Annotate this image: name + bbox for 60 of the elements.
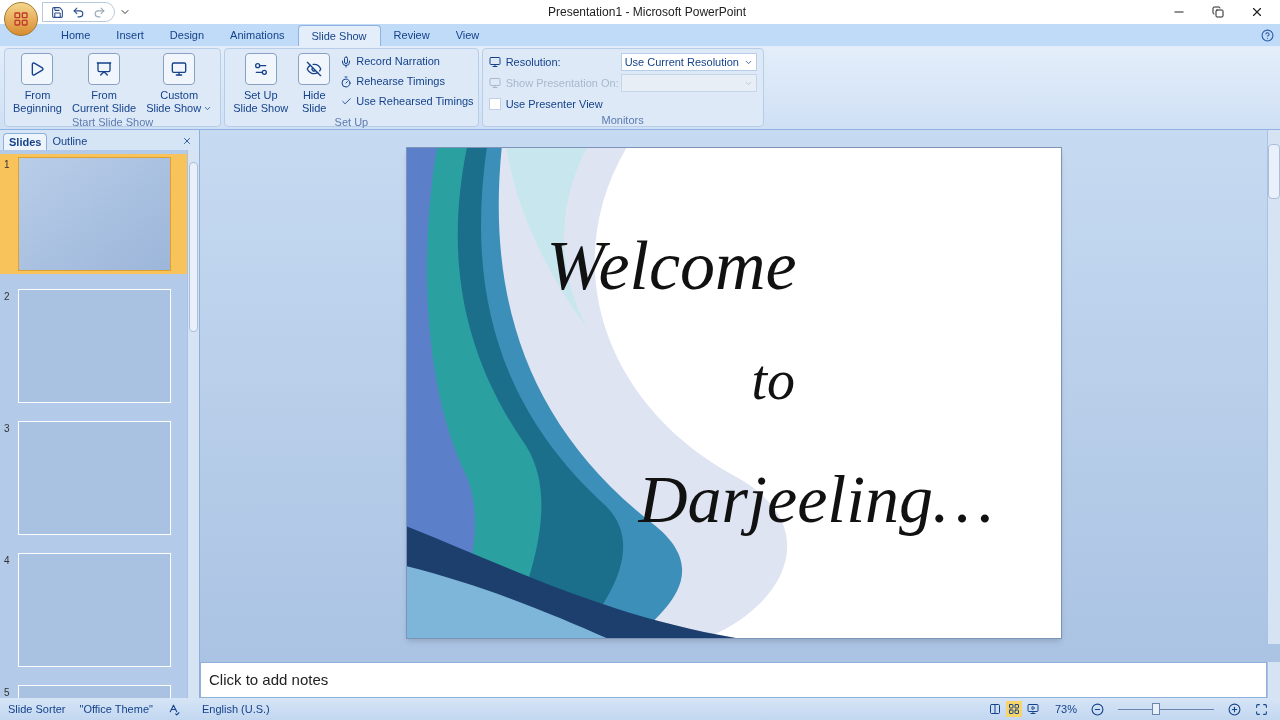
window-title: Presentation1 - Microsoft PowerPoint bbox=[548, 4, 747, 21]
redo-icon[interactable] bbox=[93, 5, 106, 19]
ribbon-tab[interactable]: Home bbox=[48, 25, 104, 46]
group-label: Start Slide Show bbox=[70, 115, 155, 129]
slide-title-line: Welcome bbox=[546, 226, 797, 306]
zoom-slider-thumb[interactable] bbox=[1152, 703, 1161, 715]
microphone-icon bbox=[340, 55, 353, 68]
slide-number: 3 bbox=[4, 422, 11, 436]
command-label[interactable]: Use Rehearsed Timings bbox=[356, 93, 474, 110]
zoom-slider[interactable] bbox=[1118, 702, 1214, 716]
help-icon[interactable] bbox=[1261, 29, 1274, 42]
save-icon[interactable] bbox=[51, 5, 64, 19]
view-button[interactable] bbox=[1024, 701, 1041, 717]
undo-icon[interactable] bbox=[72, 5, 85, 19]
view-status: Slide Sorter bbox=[8, 701, 66, 717]
slide-number: 2 bbox=[4, 290, 11, 304]
zoom-in-icon[interactable] bbox=[1228, 702, 1241, 716]
language-status: English (U.S.) bbox=[201, 701, 270, 717]
office-logo-icon bbox=[13, 11, 29, 27]
resolution-dropdown[interactable]: Use Current Resolution bbox=[620, 53, 757, 71]
monitor-icon bbox=[488, 77, 501, 89]
ribbon-tab[interactable]: View bbox=[442, 25, 493, 46]
slide-title-line: Darjeeling… bbox=[638, 460, 994, 539]
ribbon-button[interactable]: Hide Slide bbox=[294, 49, 335, 115]
slide-number: 5 bbox=[4, 686, 11, 698]
resolution-label: Resolution: bbox=[505, 54, 562, 70]
ribbon-tab[interactable]: Review bbox=[380, 25, 443, 46]
notes-field[interactable]: Click to add notes bbox=[200, 662, 1267, 698]
group-label: Set Up bbox=[333, 115, 370, 129]
command-label[interactable]: Rehearse Timings bbox=[356, 73, 445, 90]
ribbon-tab[interactable]: Insert bbox=[103, 25, 157, 46]
view-button[interactable] bbox=[1005, 701, 1022, 717]
zoom-out-icon[interactable] bbox=[1091, 702, 1104, 716]
slide-title-line: to bbox=[751, 348, 796, 413]
pane-tab[interactable]: Outline bbox=[47, 133, 93, 150]
monitor-icon bbox=[488, 56, 501, 68]
close-icon[interactable] bbox=[1250, 5, 1264, 19]
slide-number: 4 bbox=[4, 554, 11, 568]
zoom-level: 73% bbox=[1054, 701, 1077, 717]
restore-icon[interactable] bbox=[1212, 6, 1224, 18]
scrollbar[interactable] bbox=[1267, 130, 1280, 644]
command-label[interactable]: Record Narration bbox=[356, 53, 440, 70]
ribbon-tab[interactable]: Slide Show bbox=[297, 25, 381, 46]
office-button[interactable] bbox=[4, 2, 38, 36]
theme-status: "Office Theme" bbox=[79, 701, 153, 717]
checkbox[interactable] bbox=[488, 98, 501, 110]
ribbon-button[interactable]: From Current Slide bbox=[67, 49, 141, 115]
slide-number: 1 bbox=[4, 158, 11, 172]
notes-scrollbar[interactable] bbox=[1267, 662, 1280, 698]
ribbon-button[interactable]: Set Up Slide Show bbox=[229, 49, 293, 115]
ribbon-button[interactable]: From Beginning bbox=[9, 49, 66, 115]
group-label: Monitors bbox=[600, 113, 645, 127]
slide-thumbnail[interactable] bbox=[18, 157, 171, 271]
presenter-view-label[interactable]: Use Presenter View bbox=[505, 95, 603, 113]
fit-window-icon[interactable] bbox=[1255, 702, 1268, 716]
ribbon-button[interactable]: Custom Slide Show bbox=[142, 49, 217, 115]
ribbon-tab[interactable]: Animations bbox=[217, 25, 298, 46]
timer-icon bbox=[340, 75, 353, 88]
pane-tab[interactable]: Slides bbox=[3, 133, 48, 150]
ribbon-tab[interactable]: Design bbox=[156, 25, 218, 46]
